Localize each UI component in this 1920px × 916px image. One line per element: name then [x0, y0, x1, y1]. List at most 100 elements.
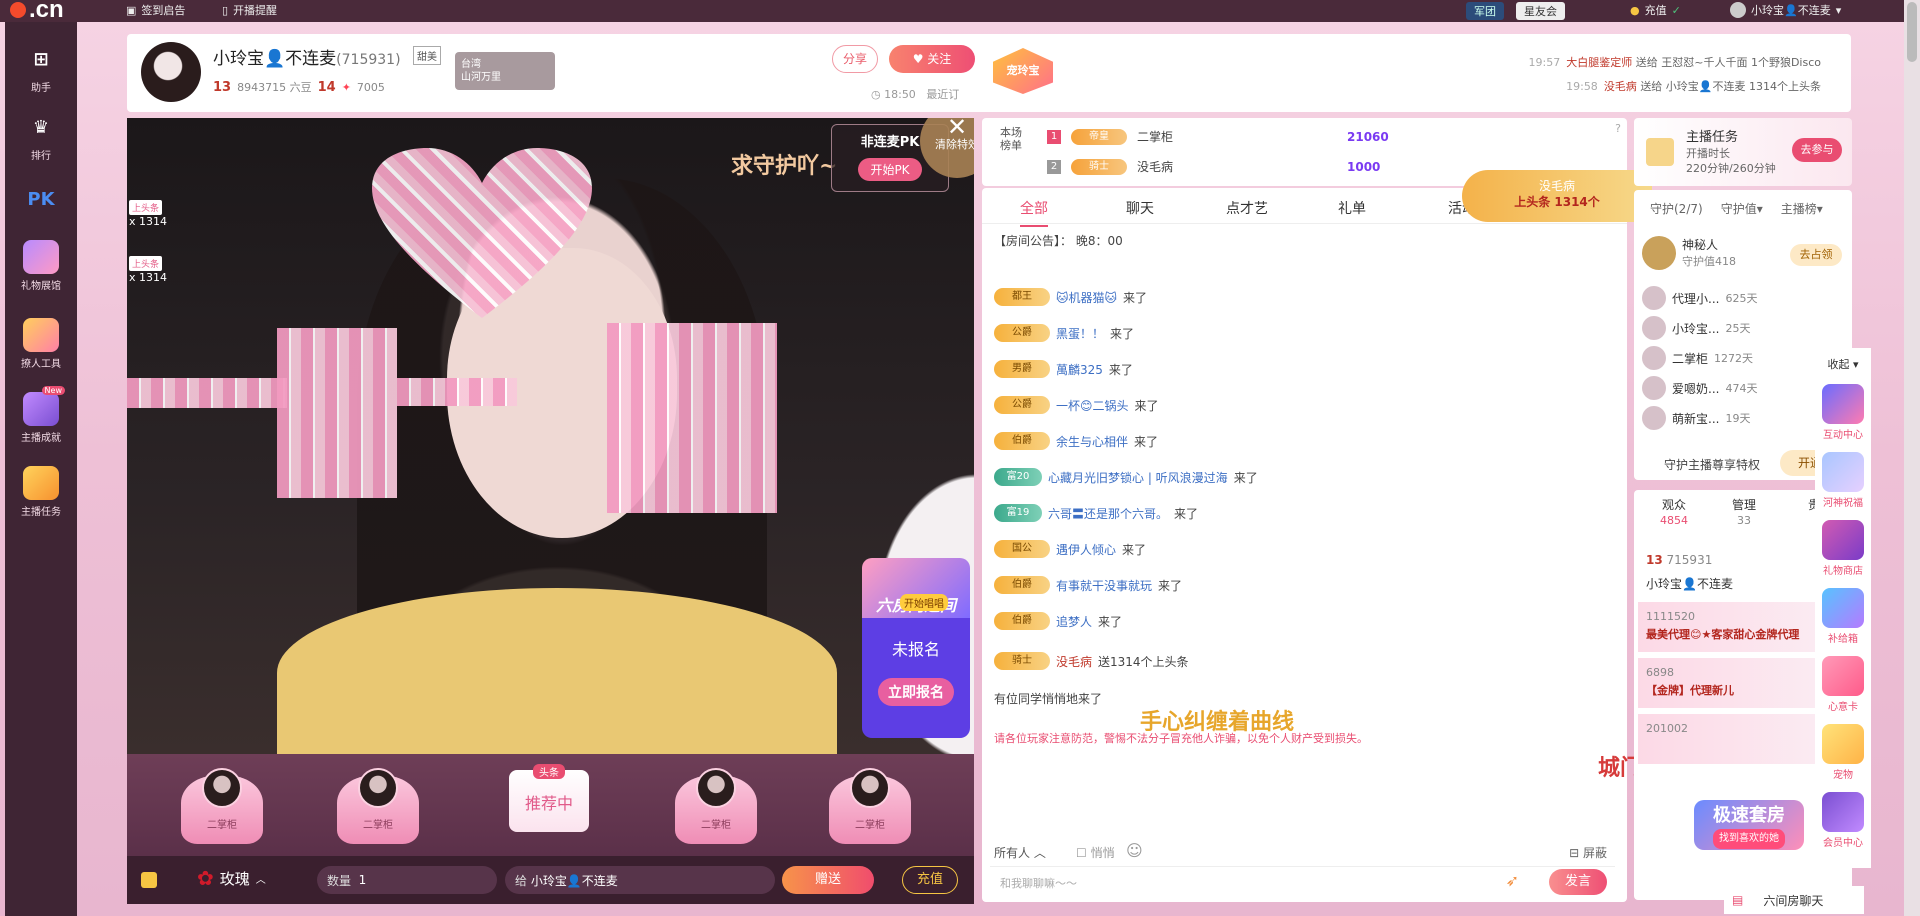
anchor-tag[interactable]: 甜美: [413, 46, 441, 65]
site-logo[interactable]: .cn: [10, 0, 64, 24]
occupy-button[interactable]: 去占领: [1790, 244, 1842, 266]
location-badge[interactable]: 台湾 山河万里: [455, 52, 555, 90]
chat-message: 富20 心藏月光旧梦锁心 | 听风浪漫过海 来了: [994, 468, 1258, 486]
live-video[interactable]: 求守护吖~ 上头条 x 1314 上头条 x 1314 非连麦PK 开始PK ✕ 清除…: [127, 118, 974, 754]
recharge-link[interactable]: ● 充值 ✓: [1630, 2, 1681, 18]
room-chat-bar[interactable]: ▤ 六间房聊天: [1724, 886, 1864, 914]
interaction-center-button[interactable]: 互动中心: [1815, 384, 1871, 441]
recipient-select[interactable]: 给 小玲宝👤不连麦: [505, 866, 775, 894]
tab-anchor-rank[interactable]: 主播榜▾: [1781, 200, 1823, 217]
sidebar-item-gift-hall[interactable]: 礼物展馆: [5, 240, 77, 292]
guard-member[interactable]: 爱嗯奶... 474天: [1642, 376, 1757, 400]
send-gift-button[interactable]: 赠送: [782, 866, 874, 894]
send-chat-button[interactable]: 发言: [1549, 869, 1607, 895]
user-menu[interactable]: 小玲宝👤不连麦 ▾: [1730, 2, 1841, 18]
guard-member[interactable]: 二掌柜 1272天: [1642, 346, 1753, 370]
sidebar-item-rank[interactable]: ♛ 排行: [5, 110, 77, 163]
heart-card-button[interactable]: 心意卡: [1815, 656, 1871, 713]
heat-value: 7005: [356, 80, 385, 94]
mic-seat[interactable]: 二掌柜: [333, 766, 423, 848]
achievement-icon: New: [23, 386, 65, 426]
chat-input[interactable]: 和我聊聊嘛～～ ➶ 发言: [990, 866, 1615, 896]
guard-member[interactable]: 代理小... 625天: [1642, 286, 1757, 310]
fast-room-banner[interactable]: 极速套房 找到喜欢的她: [1694, 800, 1804, 850]
rank-row[interactable]: 1 帝皇 二掌柜 21060: [1047, 128, 1389, 145]
calendar-icon: ▣: [126, 3, 137, 17]
rocket-icon[interactable]: ➶: [1506, 871, 1519, 890]
sidebar-item-task[interactable]: 主播任务: [5, 466, 77, 518]
supply-box-button[interactable]: 补给箱: [1815, 588, 1871, 645]
headline-banner[interactable]: 没毛病 上头条 1314个: [1462, 170, 1652, 222]
gift-shop-button[interactable]: 礼物商店: [1815, 520, 1871, 577]
mic-seat[interactable]: 二掌柜: [671, 766, 761, 848]
tab-chat[interactable]: 聊天: [1126, 198, 1154, 218]
recipient-scope[interactable]: 所有人 ︿: [994, 844, 1046, 861]
clock-icon: ◷: [871, 88, 881, 101]
left-sidebar: ⊞ 助手 ♛ 排行 PK 礼物展馆 撩人工具 New 主播成就 主播任务: [5, 22, 77, 916]
sign-in-link[interactable]: ▣ 签到启告: [126, 2, 185, 18]
guard-top[interactable]: 神秘人 守护值418: [1642, 236, 1736, 270]
star-club-button[interactable]: 星友会: [1516, 2, 1565, 20]
tab-all[interactable]: 全部: [1020, 198, 1048, 227]
join-task-button[interactable]: 去参与: [1792, 138, 1842, 162]
phone-icon: ▯: [222, 3, 229, 17]
mic-seat[interactable]: 二掌柜: [825, 766, 915, 848]
team-button[interactable]: 军团: [1466, 2, 1504, 20]
live-remind-link[interactable]: ▯ 开播提醒: [222, 2, 277, 18]
sidebar-item-assistant[interactable]: ⊞ 助手: [5, 42, 77, 95]
sidebar-item-achievement[interactable]: New 主播成就: [5, 386, 77, 444]
tab-guard-value[interactable]: 守护值▾: [1721, 200, 1763, 217]
emoji-icon[interactable]: ☺: [1126, 841, 1143, 860]
whisper-checkbox[interactable]: ☐ 悄悄: [1076, 844, 1115, 861]
tool-dock: 收起 ▾ 互动中心 河神祝福 礼物商店 补给箱 心意卡 宠物 会员中心: [1815, 348, 1871, 868]
quantity-select[interactable]: 数量 1: [317, 866, 497, 894]
box-icon: [1822, 588, 1864, 628]
collapse-button[interactable]: 收起 ▾: [1815, 356, 1871, 372]
chat-message: 伯爵 余生与心相伴 来了: [994, 432, 1158, 450]
task-icon: [23, 466, 59, 500]
gift-effect-block: [397, 378, 517, 406]
rose-icon: ✿: [197, 866, 214, 890]
lock-icon[interactable]: [141, 872, 157, 888]
recommend-seat[interactable]: 头条 推荐中: [509, 764, 589, 832]
crown-icon: ♛: [32, 116, 50, 138]
chat-options: 所有人 ︿ ☐ 悄悄 ☺ ⊟ 屏蔽: [982, 836, 1627, 866]
avatar: [696, 768, 736, 808]
audience-self[interactable]: 13 715931 小玲宝👤不连麦: [1646, 548, 1733, 596]
signup-button[interactable]: 立即报名: [878, 678, 954, 706]
tab-talent[interactable]: 点才艺: [1226, 198, 1268, 218]
rank-label[interactable]: 本场榜单: [1000, 126, 1030, 152]
side-gift: 上头条 x 1314: [129, 200, 189, 228]
fan-club-badge[interactable]: 宠玲宝: [993, 48, 1053, 94]
guard-member[interactable]: 小玲宝... 25天: [1642, 316, 1750, 340]
member-center-button[interactable]: 会员中心: [1815, 792, 1871, 849]
pet-button[interactable]: 宠物: [1815, 724, 1871, 781]
new-badge: New: [41, 386, 65, 395]
follow-button[interactable]: ♥ 关注: [889, 45, 975, 73]
mic-seat[interactable]: 二掌柜: [177, 766, 267, 848]
share-button[interactable]: 分享: [832, 45, 878, 73]
rank-row[interactable]: 2 骑士 没毛病 1000: [1047, 158, 1380, 175]
fans-level: 14: [317, 79, 336, 95]
page-scrollbar[interactable]: [1904, 0, 1920, 916]
gift-bar: ✿ 玫瑰 ︿ 数量 1 给 小玲宝👤不连麦 赠送 充值: [127, 856, 974, 904]
gift-select[interactable]: ✿ 玫瑰 ︿: [197, 866, 266, 890]
sidebar-item-tools[interactable]: 撩人工具: [5, 318, 77, 370]
douyu-count: 8943715 六豆: [237, 81, 312, 94]
sidebar-item-pk[interactable]: PK: [5, 182, 77, 219]
guard-member[interactable]: 萌新宝... 19天: [1642, 406, 1750, 430]
help-icon[interactable]: ?: [1615, 122, 1621, 135]
river-god-button[interactable]: 河神祝福: [1815, 452, 1871, 509]
start-pk-button[interactable]: 开始PK: [858, 158, 922, 181]
tab-guard[interactable]: 守护(2/7): [1650, 200, 1703, 217]
gift-effect-block: [607, 323, 777, 513]
shield-button[interactable]: ⊟ 屏蔽: [1569, 844, 1607, 861]
live-time: ◷ 18:50 最近订: [871, 88, 960, 101]
flame-icon: ✦: [341, 80, 351, 94]
tab-admin[interactable]: 管理 33: [1714, 498, 1774, 528]
anchor-avatar[interactable]: [141, 42, 201, 102]
tab-gift-list[interactable]: 礼单: [1338, 198, 1366, 218]
tab-audience[interactable]: 观众 4854: [1644, 498, 1704, 528]
recharge-button[interactable]: 充值: [902, 866, 958, 894]
chevron-down-icon: ▾: [1835, 3, 1842, 17]
